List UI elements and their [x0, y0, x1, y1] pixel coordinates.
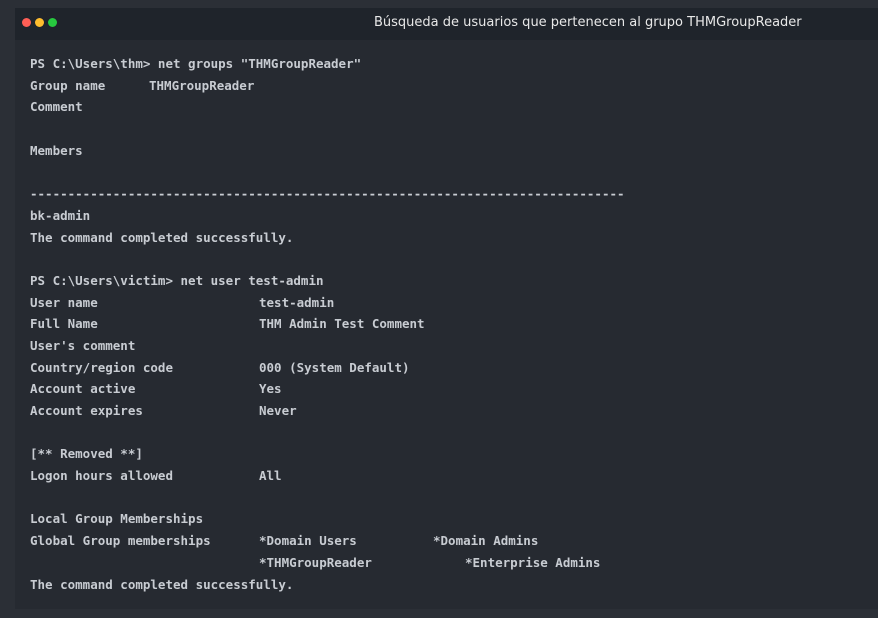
field-label: Comment [30, 99, 83, 115]
output-line: Group name THMGroupReader [30, 75, 872, 97]
output-line: The command completed successfully. [30, 574, 872, 596]
member-name: bk-admin [30, 207, 91, 223]
output-line: *THMGroupReader *Enterprise Admins [30, 552, 872, 574]
output-line: bk-admin [30, 205, 872, 227]
field-value: THM Admin Test Comment [259, 316, 425, 332]
output-line: Logon hours allowed All [30, 465, 872, 487]
output-line: The command completed successfully. [30, 227, 872, 249]
output-line: PS C:\Users\victim> net user test-admin [30, 270, 872, 292]
field-value: 000 (System Default) [259, 359, 410, 375]
field-value: Never [259, 403, 297, 418]
field-label: User's comment [30, 337, 136, 353]
output-line: ----------------------------------------… [30, 183, 872, 205]
field-label: Account active [30, 381, 136, 397]
field-label: Local Group Memberships [30, 511, 204, 527]
section-heading: Members [30, 142, 83, 158]
terminal-window: Búsqueda de usuarios que pertenecen al g… [15, 8, 878, 609]
removed-marker: [** Removed **] [30, 446, 143, 462]
output-line: Global Group memberships *Domain Users *Do… [30, 530, 872, 552]
output-line: [** Removed **] [30, 443, 872, 465]
field-label: User name [30, 294, 98, 310]
title-bar: Búsqueda de usuarios que pertenecen al g… [15, 8, 878, 40]
output-line: User's comment [30, 335, 872, 357]
group-membership: *Enterprise Admins [465, 554, 601, 570]
output-line: Account active Yes [30, 378, 872, 400]
command-prompt: PS C:\Users\victim> net user test-admin [30, 272, 324, 288]
separator-line: ----------------------------------------… [30, 186, 625, 202]
terminal-output[interactable]: PS C:\Users\thm> net groups "THMGroupRea… [30, 53, 872, 595]
group-membership: *Domain Users [259, 533, 357, 549]
output-line: Comment [30, 96, 872, 118]
output-line: Account expires Never [30, 400, 872, 422]
minimize-window-dot-icon[interactable] [35, 18, 44, 27]
output-line: Country/region code 000 (System Default) [30, 357, 872, 379]
field-label: Country/region code [30, 359, 173, 375]
field-label: Global Group memberships [30, 533, 211, 549]
window-title: Búsqueda de usuarios que pertenecen al g… [374, 15, 802, 30]
output-text: PS C:\Users\thm> net groups "THMGroupRea… [30, 56, 362, 71]
group-membership: *Domain Admins [433, 533, 539, 549]
close-window-dot-icon[interactable] [22, 18, 31, 27]
field-value: THMGroupReader [149, 77, 255, 93]
output-line: Full Name THM Admin Test Comment [30, 313, 872, 335]
output-line: Local Group Memberships [30, 508, 872, 530]
field-label: Group name [30, 77, 106, 93]
status-message: The command completed successfully. [30, 229, 294, 245]
status-message: The command completed successfully. [30, 576, 294, 592]
field-value: Yes [259, 381, 282, 397]
output-line: PS C:\Users\thm> net groups "THMGroupRea… [30, 53, 872, 75]
field-label: Full Name [30, 316, 98, 332]
field-value: test-admin [259, 294, 335, 310]
field-value: All [259, 468, 282, 484]
field-label: Account expires [30, 403, 143, 418]
group-membership: *THMGroupReader [259, 554, 372, 570]
output-line: Members [30, 140, 872, 162]
maximize-window-dot-icon[interactable] [48, 18, 57, 27]
field-label: Logon hours allowed [30, 468, 173, 484]
output-line: User name test-admin [30, 292, 872, 314]
